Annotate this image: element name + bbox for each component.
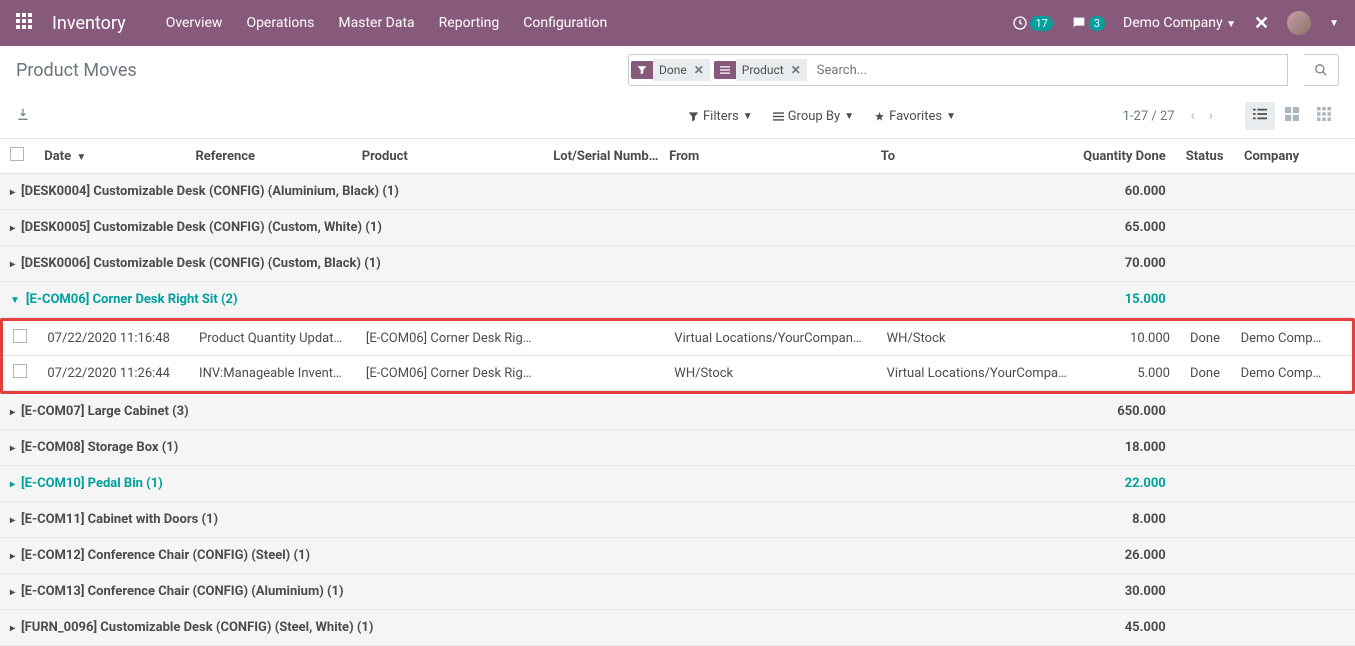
- group-row[interactable]: ▸[FURN_0096] Customizable Desk (CONFIG) …: [0, 610, 1355, 646]
- control-panel: Product Moves Done ✕ Product ✕ Filters ▼: [0, 46, 1355, 139]
- activities-button[interactable]: 17: [1012, 15, 1052, 31]
- messages-badge: 3: [1089, 16, 1105, 31]
- group-row[interactable]: ▸[E-COM08] Storage Box (1)18.000: [0, 430, 1355, 466]
- group-row[interactable]: ▸[E-COM10] Pedal Bin (1)22.000: [0, 466, 1355, 502]
- user-menu-caret[interactable]: ▼: [1329, 18, 1339, 29]
- module-title: Inventory: [52, 13, 126, 34]
- top-header: Inventory Overview Operations Master Dat…: [0, 0, 1355, 46]
- group-row[interactable]: ▸[DESK0006] Customizable Desk (CONFIG) (…: [0, 246, 1355, 282]
- pager-text: 1-27 / 27: [1123, 109, 1175, 124]
- nav-configuration[interactable]: Configuration: [523, 15, 607, 31]
- col-status[interactable]: Status: [1176, 139, 1234, 174]
- table-row[interactable]: 07/22/2020 11:16:48 Product Quantity Upd…: [3, 321, 1352, 356]
- favorites-button[interactable]: Favorites ▼: [866, 105, 964, 128]
- kanban-view-icon[interactable]: [1277, 102, 1307, 130]
- nav-links: Overview Operations Master Data Reportin…: [166, 15, 1013, 31]
- select-all-checkbox[interactable]: [10, 147, 24, 161]
- row-checkbox[interactable]: [13, 364, 27, 378]
- pivot-view-icon[interactable]: [1309, 102, 1339, 130]
- nav-operations[interactable]: Operations: [246, 15, 314, 31]
- export-icon[interactable]: [16, 107, 30, 125]
- remove-facet-icon[interactable]: ✕: [694, 63, 704, 77]
- group-row[interactable]: ▸[E-COM13] Conference Chair (CONFIG) (Al…: [0, 574, 1355, 610]
- company-selector[interactable]: Demo Company ▼: [1123, 15, 1236, 31]
- table-row[interactable]: 07/22/2020 11:26:44 INV:Manageable Inven…: [3, 356, 1352, 391]
- avatar[interactable]: [1287, 11, 1311, 35]
- activities-badge: 17: [1030, 16, 1052, 31]
- col-reference[interactable]: Reference: [185, 139, 351, 174]
- list-icon: [714, 61, 736, 79]
- funnel-icon: [631, 61, 653, 79]
- groupby-button[interactable]: Group By ▼: [765, 105, 862, 128]
- search-icon[interactable]: [1304, 54, 1339, 86]
- search-bar[interactable]: Done ✕ Product ✕: [628, 54, 1288, 86]
- col-product[interactable]: Product: [352, 139, 544, 174]
- group-row[interactable]: ▼[E-COM06] Corner Desk Right Sit (2)15.0…: [0, 282, 1355, 318]
- col-to[interactable]: To: [871, 139, 1073, 174]
- group-row[interactable]: ▸[E-COM07] Large Cabinet (3)650.000: [0, 394, 1355, 430]
- facet-label: Product: [742, 63, 784, 77]
- apps-icon[interactable]: [16, 13, 32, 33]
- nav-overview[interactable]: Overview: [166, 15, 223, 31]
- remove-facet-icon[interactable]: ✕: [791, 63, 801, 77]
- col-company[interactable]: Company: [1234, 139, 1335, 174]
- row-checkbox[interactable]: [13, 329, 27, 343]
- col-lot[interactable]: Lot/Serial Numb…: [543, 139, 659, 174]
- filters-button[interactable]: Filters ▼: [680, 105, 761, 128]
- pager-prev-icon[interactable]: ‹: [1187, 106, 1199, 126]
- group-row[interactable]: ▸[E-COM11] Cabinet with Doors (1)8.000: [0, 502, 1355, 538]
- filter-facet-done: Done ✕: [631, 59, 710, 81]
- moves-table: Date ▼ Reference Product Lot/Serial Numb…: [0, 139, 1355, 646]
- list-view-icon[interactable]: [1245, 102, 1275, 130]
- header-right: 17 3 Demo Company ▼ ✕ ▼: [1012, 11, 1339, 35]
- messages-button[interactable]: 3: [1071, 15, 1105, 31]
- table-container: Date ▼ Reference Product Lot/Serial Numb…: [0, 139, 1355, 646]
- pager-next-icon[interactable]: ›: [1205, 106, 1217, 126]
- nav-master-data[interactable]: Master Data: [338, 15, 414, 31]
- breadcrumb: Product Moves: [16, 60, 137, 81]
- close-icon[interactable]: ✕: [1254, 13, 1269, 34]
- groupby-facet-product: Product ✕: [714, 59, 807, 81]
- col-from[interactable]: From: [659, 139, 871, 174]
- search-input[interactable]: [809, 59, 1287, 82]
- col-date[interactable]: Date ▼: [34, 139, 185, 174]
- facet-label: Done: [659, 63, 687, 77]
- nav-reporting[interactable]: Reporting: [439, 15, 500, 31]
- group-row[interactable]: ▸[DESK0004] Customizable Desk (CONFIG) (…: [0, 174, 1355, 210]
- group-row[interactable]: ▸[E-COM12] Conference Chair (CONFIG) (St…: [0, 538, 1355, 574]
- col-qty[interactable]: Quantity Done: [1072, 139, 1175, 174]
- group-row[interactable]: ▸[DESK0005] Customizable Desk (CONFIG) (…: [0, 210, 1355, 246]
